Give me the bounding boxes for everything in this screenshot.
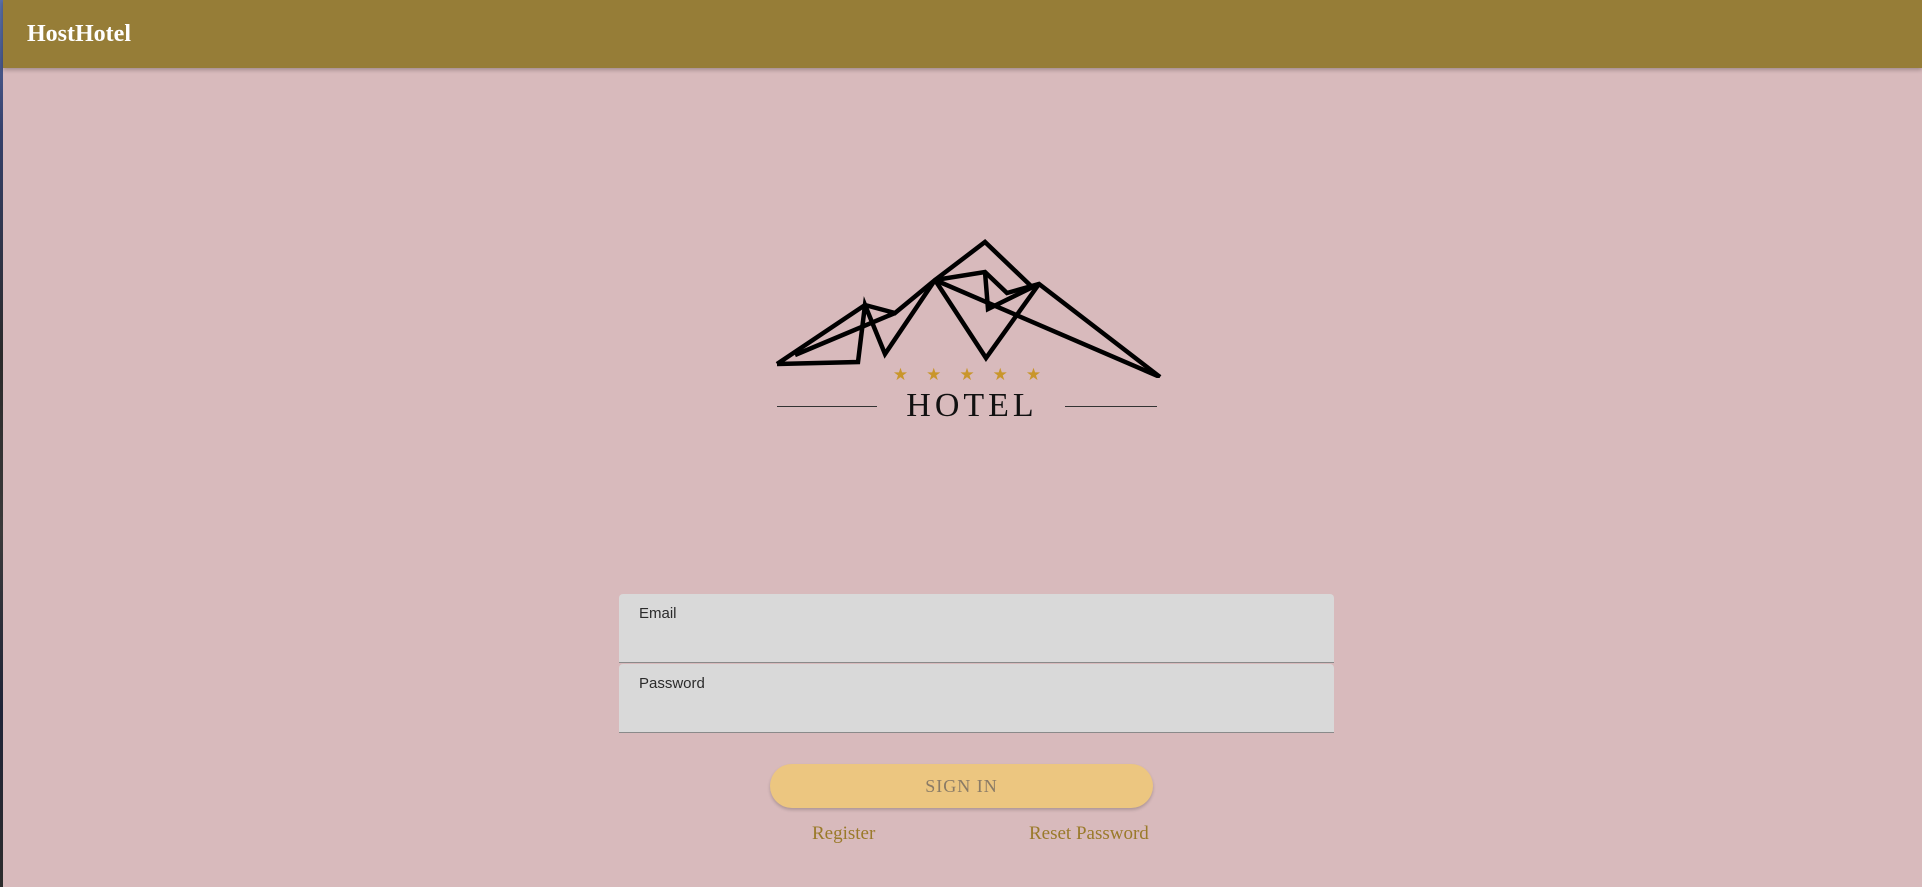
app-window: HostHotel ★★★★★ HOTEL Email Password SIG… <box>0 0 1922 887</box>
register-link[interactable]: Register <box>812 823 875 845</box>
email-label: Email <box>639 605 677 622</box>
sign-in-button[interactable]: SIGN IN <box>770 764 1153 808</box>
password-label: Password <box>639 675 705 692</box>
email-input[interactable] <box>639 628 1313 656</box>
logo-wordmark: HOTEL <box>906 387 1038 424</box>
top-app-bar: HostHotel <box>3 0 1922 68</box>
hotel-logo: ★★★★★ HOTEL <box>775 238 1165 426</box>
logo-wordmark-row: HOTEL <box>775 386 1165 426</box>
login-form: Email Password <box>619 594 1334 733</box>
mountain-logo-icon <box>775 239 1162 378</box>
window-left-edge <box>0 0 3 887</box>
five-star-rating-icon: ★★★★★ <box>892 365 1060 385</box>
password-field[interactable]: Password <box>619 664 1334 733</box>
brand-title[interactable]: HostHotel <box>27 19 131 49</box>
password-input[interactable] <box>639 698 1313 726</box>
logo-divider-right <box>1065 406 1157 407</box>
logo-divider-left <box>777 406 877 407</box>
email-field[interactable]: Email <box>619 594 1334 663</box>
reset-password-link[interactable]: Reset Password <box>1029 823 1149 845</box>
